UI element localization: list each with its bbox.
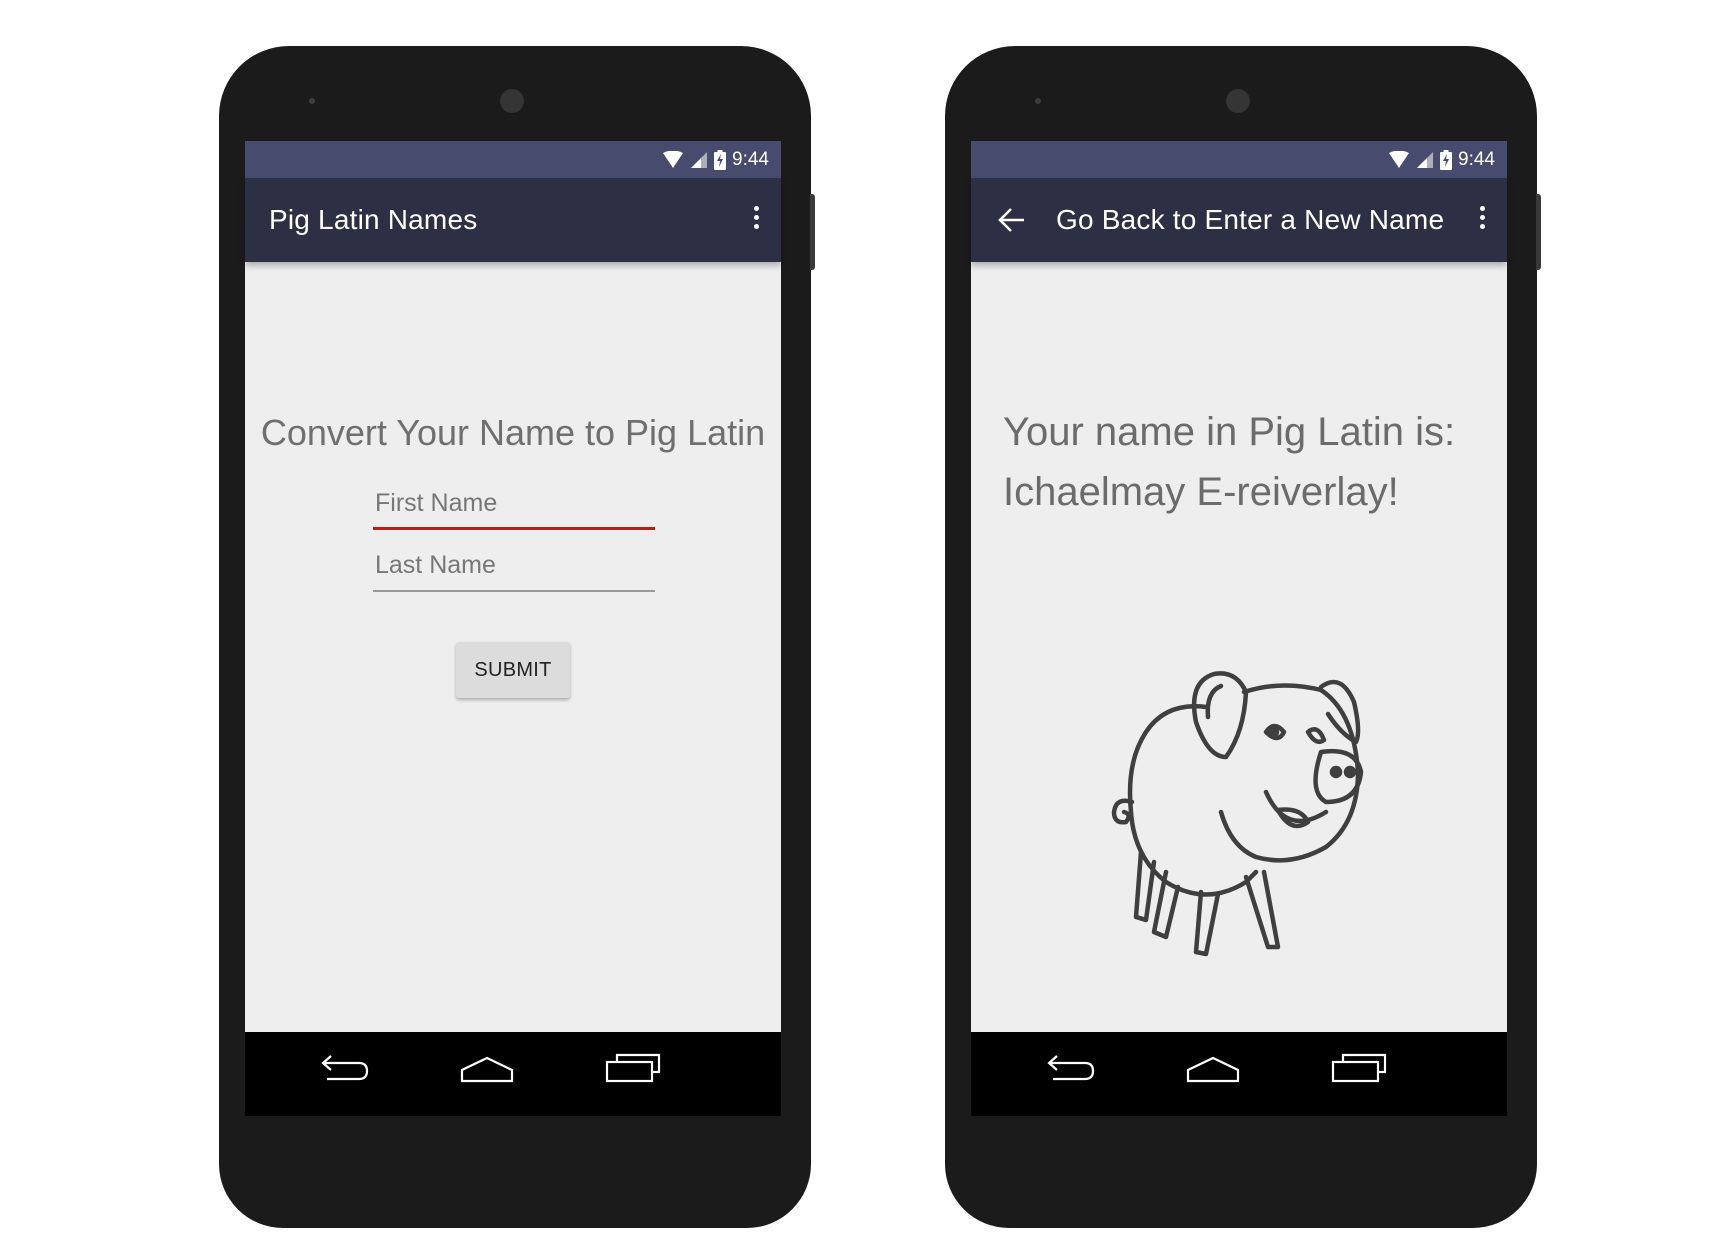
wifi-icon bbox=[663, 151, 684, 168]
result-text: Your name in Pig Latin is: Ichaelmay E-r… bbox=[1003, 402, 1483, 522]
overflow-menu-icon[interactable] bbox=[1475, 206, 1489, 236]
app-title: Pig Latin Names bbox=[269, 204, 478, 235]
recents-nav-icon[interactable] bbox=[1331, 1052, 1387, 1088]
power-button bbox=[1536, 194, 1541, 270]
battery-charging-icon bbox=[1440, 150, 1453, 170]
screen: 9:44 Go Back to Enter a New Name Your na… bbox=[971, 141, 1507, 1116]
status-bar: 9:44 bbox=[245, 141, 781, 178]
front-camera bbox=[1226, 89, 1250, 113]
last-name-underline bbox=[373, 590, 655, 592]
wifi-icon bbox=[1389, 151, 1410, 168]
app-bar: Pig Latin Names bbox=[245, 178, 781, 262]
back-nav-icon[interactable] bbox=[319, 1052, 371, 1088]
phone-frame-input: 9:44 Pig Latin Names Convert Your Name t… bbox=[219, 46, 815, 1228]
back-nav-icon[interactable] bbox=[1045, 1052, 1097, 1088]
app-title: Go Back to Enter a New Name bbox=[1056, 204, 1445, 235]
proximity-sensor bbox=[309, 98, 315, 104]
main-content: Convert Your Name to Pig Latin SUBMIT bbox=[245, 262, 781, 1032]
phone-frame-result: 9:44 Go Back to Enter a New Name Your na… bbox=[945, 46, 1541, 1228]
result-value: Ichaelmay E-reiverlay! bbox=[1003, 470, 1399, 514]
last-name-field bbox=[373, 542, 657, 592]
proximity-sensor bbox=[1035, 98, 1041, 104]
navigation-bar bbox=[245, 1032, 781, 1116]
recents-nav-icon[interactable] bbox=[605, 1052, 661, 1088]
cell-signal-icon bbox=[1417, 152, 1434, 168]
home-nav-icon[interactable] bbox=[459, 1052, 515, 1088]
cell-signal-icon bbox=[691, 152, 708, 168]
first-name-input[interactable] bbox=[373, 480, 657, 526]
app-bar: Go Back to Enter a New Name bbox=[971, 178, 1507, 262]
last-name-input[interactable] bbox=[373, 542, 657, 588]
status-bar: 9:44 bbox=[971, 141, 1507, 178]
power-button bbox=[810, 194, 815, 270]
screen: 9:44 Pig Latin Names Convert Your Name t… bbox=[245, 141, 781, 1116]
result-label: Your name in Pig Latin is: bbox=[1003, 410, 1456, 454]
submit-button[interactable]: SUBMIT bbox=[456, 642, 570, 698]
pig-illustration bbox=[1111, 671, 1364, 957]
front-camera bbox=[500, 89, 524, 113]
status-time: 9:44 bbox=[732, 149, 769, 170]
status-time: 9:44 bbox=[1458, 149, 1495, 170]
overflow-menu-icon[interactable] bbox=[749, 206, 763, 236]
navigation-bar bbox=[971, 1032, 1507, 1116]
main-content: Your name in Pig Latin is: Ichaelmay E-r… bbox=[971, 262, 1507, 1032]
battery-charging-icon bbox=[714, 150, 727, 170]
first-name-field bbox=[373, 480, 657, 530]
first-name-underline bbox=[373, 527, 655, 530]
back-arrow-icon[interactable] bbox=[997, 206, 1027, 234]
page-heading: Convert Your Name to Pig Latin bbox=[260, 412, 766, 453]
home-nav-icon[interactable] bbox=[1185, 1052, 1241, 1088]
